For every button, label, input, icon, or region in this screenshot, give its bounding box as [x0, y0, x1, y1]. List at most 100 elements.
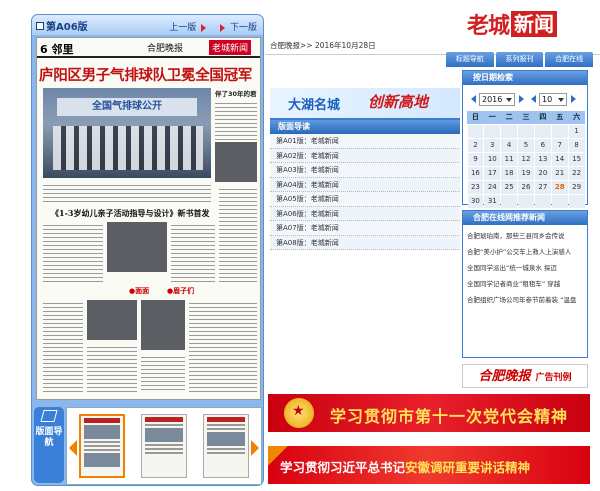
- text-column: [43, 222, 103, 282]
- page-guide: 版面导读 第A01版：老城新闻 第A02版：老城新闻 第A03版：老城新闻 第A…: [270, 120, 460, 250]
- tab-series[interactable]: 系列报刊: [495, 52, 544, 67]
- calendar-day[interactable]: 8: [568, 138, 585, 152]
- date-search-calendar: 按日期检索 2016 10 日一二三四五六 1 2 3 4 5 6 7 8 9 10 11 12 13 14…: [462, 70, 588, 208]
- guide-item[interactable]: 第A06版：老城新闻: [270, 206, 460, 221]
- weekday-header: 五: [551, 111, 569, 124]
- page-nav-tab[interactable]: 版面导航: [34, 407, 64, 483]
- year-select[interactable]: 2016: [479, 93, 515, 106]
- calendar-day[interactable]: 5: [518, 138, 534, 152]
- text-column: [43, 182, 211, 204]
- guide-item[interactable]: 第A07版：老城新闻: [270, 221, 460, 236]
- news-item[interactable]: 合肥组织广场公司年参节前着装 “温盘: [463, 289, 587, 305]
- calendar-day[interactable]: 13: [534, 152, 551, 166]
- calendar-day[interactable]: 14: [551, 152, 568, 166]
- calendar-day[interactable]: 25: [501, 180, 518, 194]
- next-month-icon[interactable]: [571, 95, 576, 103]
- news-item[interactable]: 合肥琥珀南，那些三县同乡会传说: [463, 225, 587, 241]
- calendar-day[interactable]: 12: [518, 152, 534, 166]
- news-item[interactable]: 合肥“美小护”公交车上救人上演感人: [463, 241, 587, 257]
- prev-month-icon[interactable]: [531, 95, 536, 103]
- edition-text: 第A06版: [46, 22, 88, 33]
- calendar-title: 按日期检索: [463, 71, 587, 85]
- calendar-day[interactable]: 4: [501, 138, 518, 152]
- news-item[interactable]: 全国同学记者商业“租租车” 穿越: [463, 273, 587, 289]
- newspaper-section: 6 邻里: [40, 43, 74, 56]
- prev-page-link[interactable]: 上一版: [169, 20, 208, 33]
- newspaper-page-image[interactable]: 6 邻里 合肥晚报 老城新闻 庐阳区男子气排球队卫冕全国冠军 全国气排球公开 伴…: [36, 37, 261, 400]
- calendar-day[interactable]: 22: [568, 166, 585, 180]
- ad-rates-link[interactable]: 合肥晚报 广告刊例: [462, 364, 588, 388]
- arrow-right-icon: [201, 23, 207, 32]
- page-thumbnail[interactable]: [141, 414, 187, 478]
- calendar-day[interactable]: 16: [467, 166, 484, 180]
- calendar-day[interactable]: 1: [568, 124, 585, 138]
- calendar-day[interactable]: 15: [568, 152, 585, 166]
- guide-item[interactable]: 第A03版：老城新闻: [270, 163, 460, 178]
- calendar-day[interactable]: 18: [501, 166, 518, 180]
- calendar-day[interactable]: 30: [467, 194, 484, 208]
- calendar-day[interactable]: 17: [484, 166, 501, 180]
- thumbnail-strip: [66, 407, 262, 485]
- arrow-right-icon[interactable]: [251, 440, 259, 456]
- page-nav-label: 版面导航: [35, 427, 63, 448]
- newspaper-logo: 合肥晚报: [147, 44, 184, 54]
- party-congress-banner[interactable]: ★ 学习贯彻市第十一次党代会精神: [268, 394, 590, 432]
- calendar-day[interactable]: 6: [534, 138, 551, 152]
- news-item[interactable]: 全国同学派出“统一城泉水 探迈: [463, 257, 587, 273]
- calendar-day[interactable]: 27: [534, 180, 551, 194]
- calendar-day[interactable]: 2: [467, 138, 484, 152]
- calendar-day[interactable]: 11: [501, 152, 518, 166]
- site-logo-part1: 老城: [467, 13, 510, 39]
- tab-title-nav[interactable]: 标题导航: [446, 52, 494, 67]
- calendar-day[interactable]: 20: [534, 166, 551, 180]
- newspaper-red-tag: ●面面: [129, 287, 150, 295]
- calendar-day[interactable]: 9: [467, 152, 484, 166]
- calendar-day[interactable]: 19: [518, 166, 534, 180]
- weekday-header: 三: [517, 111, 535, 124]
- calendar-day[interactable]: 28: [551, 180, 568, 194]
- newspaper-headline[interactable]: 庐阳区男子气排球队卫冕全国冠军: [39, 64, 260, 85]
- newspaper-masthead: 6 邻里 合肥晚报 老城新闻: [37, 38, 260, 58]
- text-column: [215, 100, 257, 140]
- newspaper-subheadline[interactable]: 《1-3岁幼儿亲子活动指导与设计》新书首发: [51, 208, 209, 219]
- guide-item[interactable]: 第A01版：老城新闻: [270, 134, 460, 149]
- calendar-day[interactable]: 3: [484, 138, 501, 152]
- guide-item[interactable]: 第A04版：老城新闻: [270, 177, 460, 192]
- calendar-day[interactable]: 10: [484, 152, 501, 166]
- calendar-day: [518, 194, 534, 208]
- xi-speech-text-b: 安徽调研重要讲话精神: [405, 460, 531, 475]
- edition-icon: [36, 21, 44, 30]
- month-select[interactable]: 10: [539, 93, 567, 106]
- prev-year-icon[interactable]: [471, 95, 476, 103]
- newspaper-photo: [141, 300, 185, 350]
- calendar-day[interactable]: 21: [551, 166, 568, 180]
- site-logo[interactable]: 老城 新闻: [467, 8, 558, 40]
- next-page-link[interactable]: 下一版: [218, 20, 257, 33]
- newspaper-photo: [215, 142, 257, 182]
- arrow-left-icon[interactable]: [69, 440, 77, 456]
- xi-speech-banner[interactable]: 学习贯彻习近平总书记安徽调研重要讲话精神: [268, 446, 590, 484]
- slogan-right: 创新高地: [368, 93, 429, 111]
- calendar-day[interactable]: 23: [467, 180, 484, 194]
- calendar-day: [467, 124, 484, 138]
- guide-item[interactable]: 第A02版：老城新闻: [270, 148, 460, 163]
- weekday-header: 六: [568, 111, 585, 124]
- guide-item[interactable]: 第A08版：老城新闻: [270, 235, 460, 250]
- calendar-day[interactable]: 31: [484, 194, 501, 208]
- page-thumbnail[interactable]: [79, 414, 125, 478]
- calendar-day: [551, 124, 568, 138]
- calendar-day[interactable]: 26: [518, 180, 534, 194]
- next-year-icon[interactable]: [519, 95, 524, 103]
- weekday-header: 一: [483, 111, 501, 124]
- calendar-day[interactable]: 7: [551, 138, 568, 152]
- page-thumbnail[interactable]: [203, 414, 249, 478]
- tab-hefei-online[interactable]: 合肥在线: [545, 52, 594, 67]
- pencil-icon: [40, 410, 58, 422]
- guide-item[interactable]: 第A05版：老城新闻: [270, 192, 460, 207]
- slogan-banner[interactable]: 大湖名城 创新高地: [270, 88, 460, 120]
- xi-speech-text-a: 学习贯彻习近平总书记: [280, 460, 406, 475]
- text-column: [171, 222, 215, 282]
- calendar-day[interactable]: 24: [484, 180, 501, 194]
- calendar-day[interactable]: 29: [568, 180, 585, 194]
- site-logo-part2: 新闻: [511, 11, 558, 37]
